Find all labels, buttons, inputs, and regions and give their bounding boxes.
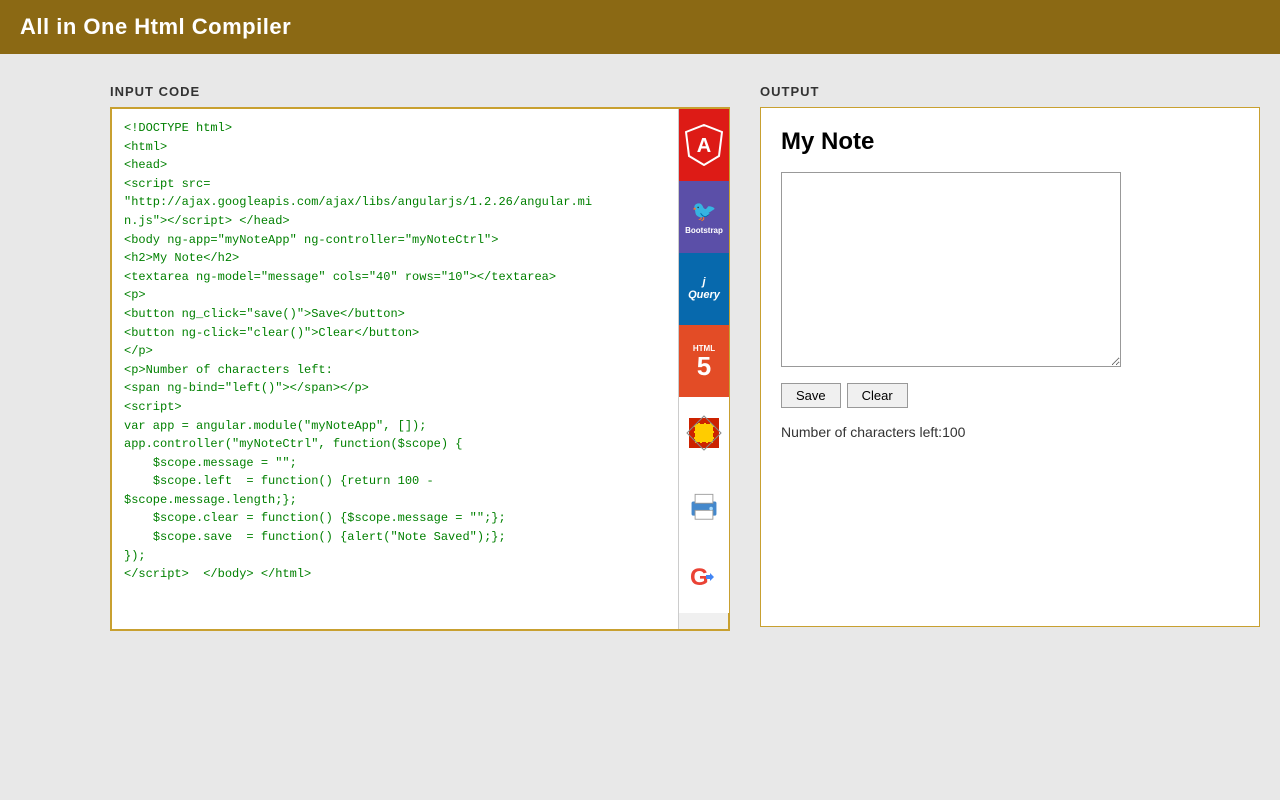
jquery-icon[interactable]: jQuery bbox=[679, 253, 729, 325]
output-box: My Note Save Clear Number of characters … bbox=[760, 107, 1260, 627]
bootstrap-icon[interactable]: 🐦 Bootstrap bbox=[679, 181, 729, 253]
input-panel: INPUT CODE <!DOCTYPE html> <html> <head>… bbox=[110, 84, 730, 631]
google-icon[interactable]: G bbox=[679, 541, 729, 613]
output-title: My Note bbox=[781, 128, 1239, 156]
tool-icon[interactable] bbox=[679, 397, 729, 469]
output-buttons: Save Clear bbox=[781, 383, 1239, 408]
input-label: INPUT CODE bbox=[110, 84, 730, 99]
svg-text:A: A bbox=[697, 135, 711, 157]
output-panel: OUTPUT My Note Save Clear Number of char… bbox=[760, 84, 1260, 631]
code-area-wrapper: <!DOCTYPE html> <html> <head> <script sr… bbox=[110, 107, 730, 631]
icon-sidebar: A 🐦 Bootstrap jQuery HTML bbox=[678, 109, 728, 629]
app-title: All in One Html Compiler bbox=[20, 14, 1260, 40]
html-number: 5 bbox=[697, 353, 711, 379]
main-content: INPUT CODE <!DOCTYPE html> <html> <head>… bbox=[0, 54, 1280, 651]
chars-label: Number of characters left: bbox=[781, 424, 942, 440]
chars-value: 100 bbox=[942, 424, 965, 440]
print-icon[interactable] bbox=[679, 469, 729, 541]
output-label: OUTPUT bbox=[760, 84, 1260, 99]
twitter-bird-icon: 🐦 bbox=[692, 199, 717, 224]
html5-icon[interactable]: HTML 5 bbox=[679, 325, 729, 397]
output-chars-row: Number of characters left:100 bbox=[781, 424, 1239, 440]
code-display[interactable]: <!DOCTYPE html> <html> <head> <script sr… bbox=[112, 109, 678, 629]
jquery-label: jQuery bbox=[688, 276, 720, 302]
bootstrap-label: Bootstrap bbox=[685, 226, 723, 235]
output-textarea[interactable] bbox=[781, 172, 1121, 367]
save-button[interactable]: Save bbox=[781, 383, 841, 408]
clear-button[interactable]: Clear bbox=[847, 383, 908, 408]
app-header: All in One Html Compiler bbox=[0, 0, 1280, 54]
angular-icon[interactable]: A bbox=[679, 109, 729, 181]
svg-text:G: G bbox=[690, 564, 709, 591]
